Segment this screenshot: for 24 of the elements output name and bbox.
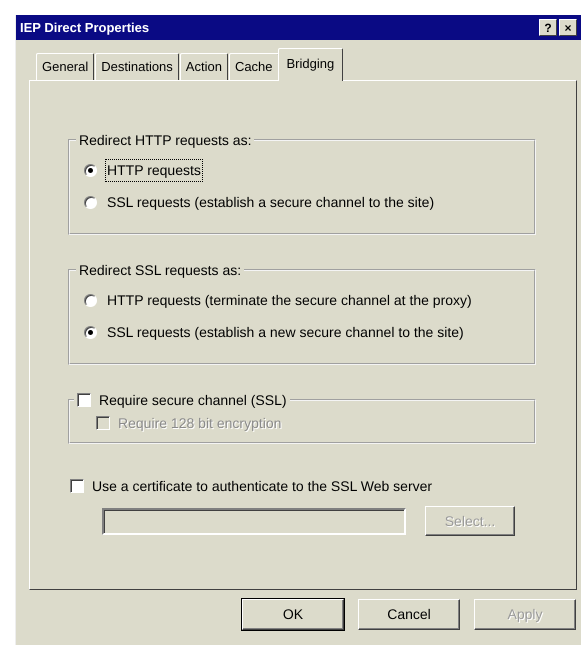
- help-button[interactable]: ?: [539, 19, 557, 36]
- tab[interactable]: Action: [180, 52, 228, 80]
- radio-label[interactable]: SSL requests (establish a new secure channel to the site): [105, 320, 466, 344]
- checkbox[interactable]: [70, 479, 84, 493]
- checkbox-label[interactable]: Use a certificate to authenticate to the SSL Web server: [92, 476, 432, 496]
- radio-button[interactable]: [84, 326, 97, 338]
- group-label: Redirect HTTP requests as:: [78, 132, 252, 148]
- window-title: IEP Direct Properties: [20, 18, 150, 37]
- radio-label[interactable]: HTTP requests: [105, 158, 203, 182]
- group-label: Redirect SSL requests as:: [78, 262, 242, 278]
- tab[interactable]: Destinations: [95, 52, 179, 80]
- tab[interactable]: Bridging: [278, 48, 344, 81]
- radio-button[interactable]: [84, 294, 97, 306]
- dialog-button[interactable]: Cancel: [358, 599, 460, 630]
- radio-button[interactable]: [84, 164, 97, 176]
- radio-label[interactable]: HTTP requests (terminate the secure channel at the proxy): [105, 288, 474, 312]
- close-button[interactable]: ×: [559, 19, 577, 36]
- tab[interactable]: General: [36, 52, 94, 80]
- checkbox-label[interactable]: Require secure channel (SSL): [99, 392, 287, 408]
- tab[interactable]: Cache: [228, 52, 279, 80]
- dialog-button[interactable]: OK: [242, 599, 344, 630]
- checkbox[interactable]: [77, 393, 91, 407]
- radio-label[interactable]: SSL requests (establish a secure channel to the site): [105, 190, 436, 214]
- radio-button[interactable]: [84, 196, 97, 208]
